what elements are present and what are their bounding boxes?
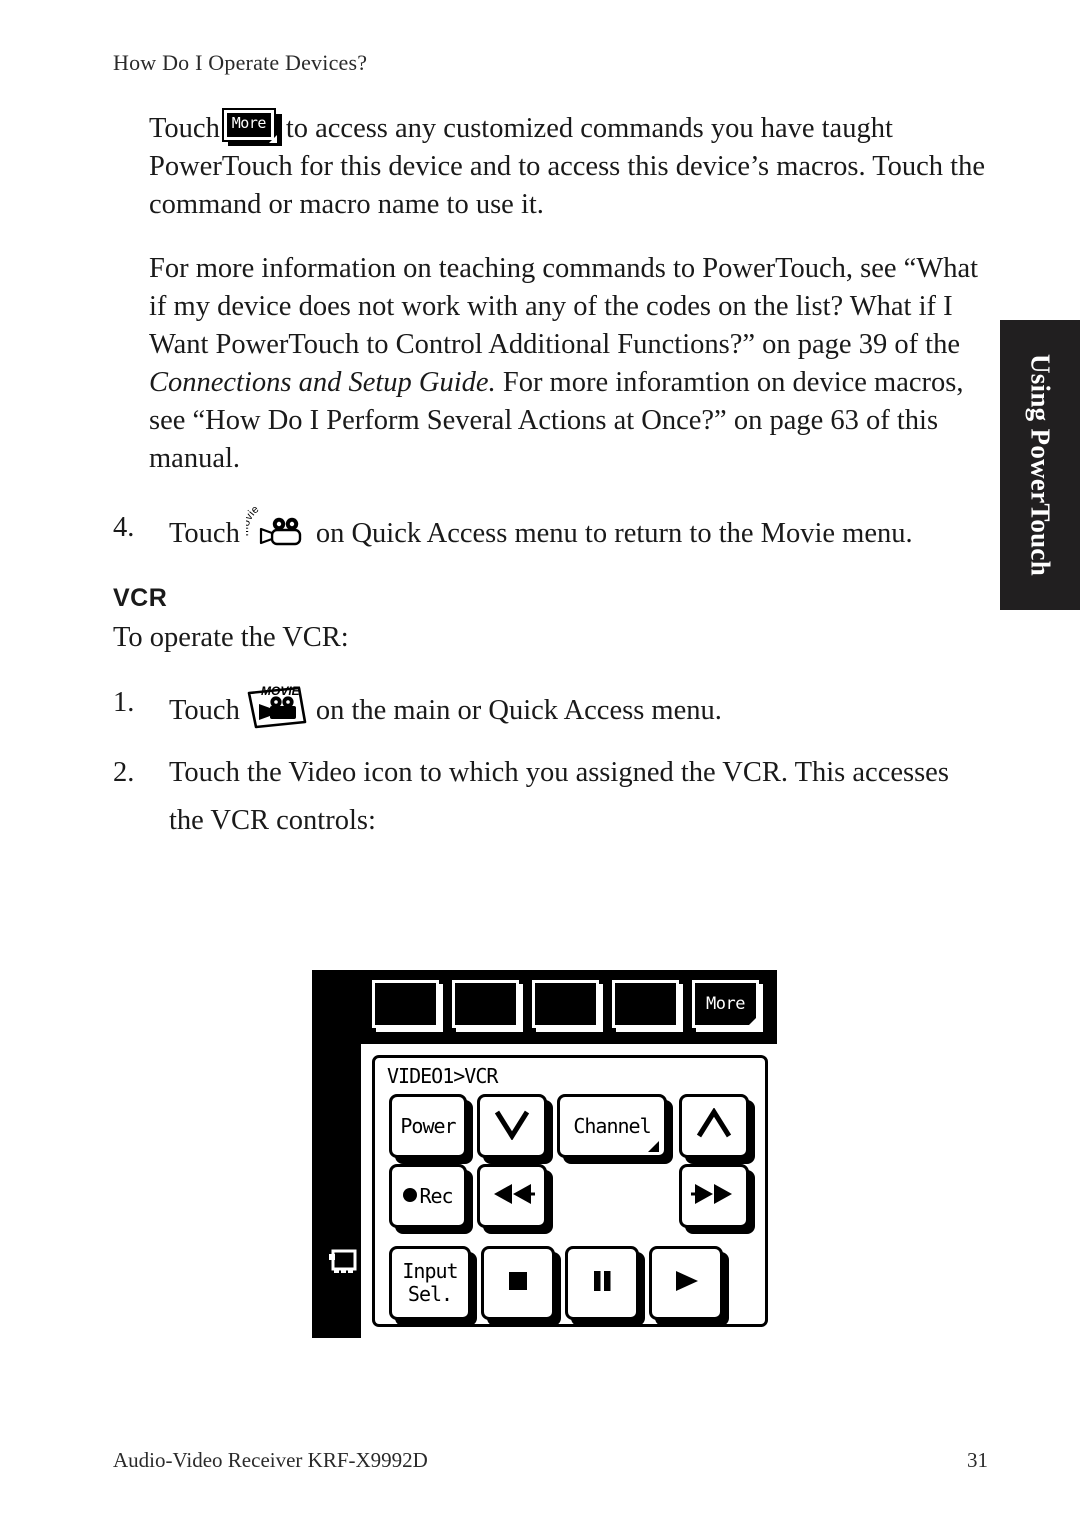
lcd-key-rewind[interactable] (477, 1164, 553, 1234)
lcd-key-channel-up[interactable] (679, 1094, 755, 1164)
tv-icon[interactable] (328, 1247, 358, 1275)
remote-lcd-figure: More VIDEO1>VCR Power Channel Rec Input … (312, 970, 777, 1338)
lcd-key-channel-corner-triangle (648, 1141, 659, 1152)
lcd-key-play-face (649, 1246, 723, 1320)
softkey-2[interactable] (452, 980, 523, 1032)
softkey-more-corner-triangle (747, 1018, 756, 1027)
lcd-key-pause-face (565, 1246, 639, 1320)
chapter-side-tab-label: Using PowerTouch (1025, 353, 1056, 577)
remote-softkey-row: More (372, 980, 770, 1036)
page-footer: Audio-Video Receiver KRF-X9992D 31 (113, 1448, 988, 1473)
softkey-4[interactable] (612, 980, 683, 1032)
lcd-key-channel[interactable]: Channel (557, 1094, 673, 1164)
rewind-icon (489, 1181, 535, 1212)
softkey-1[interactable] (372, 980, 443, 1032)
softkey-3[interactable] (532, 980, 603, 1032)
lcd-key-stop-face (481, 1246, 555, 1320)
list-item-4-tail: on Quick Access menu to return to the Mo… (315, 518, 913, 549)
lcd-key-stop[interactable] (481, 1246, 561, 1326)
lcd-key-fast-forward-face (679, 1164, 749, 1228)
lcd-key-power[interactable]: Power (389, 1094, 473, 1164)
section-intro-text: To operate the VCR: (113, 622, 349, 653)
softkey-4-label (612, 980, 679, 1028)
more-icon-label: More (231, 114, 267, 132)
lcd-key-fast-forward[interactable] (679, 1164, 755, 1234)
lcd-key-record-text: Rec (419, 1183, 453, 1208)
paragraph-more-button: Touch More to access any customized comm… (113, 108, 988, 224)
lcd-key-input-select[interactable]: Input Sel. (389, 1246, 477, 1326)
stop-icon (505, 1268, 531, 1299)
list-item-4-number: 4. (113, 512, 135, 543)
softkey-3-label (532, 980, 599, 1028)
lcd-key-channel-down[interactable] (477, 1094, 553, 1164)
paragraph-more-information: For more information on teaching command… (113, 250, 988, 478)
list-item-4-content: Touch movie (169, 503, 988, 558)
section-heading-vcr: VCR (113, 584, 168, 612)
list-item-2: 2. Touch the Video icon to which you ass… (113, 749, 988, 845)
lcd-breadcrumb: VIDEO1>VCR (387, 1064, 498, 1088)
lcd-key-channel-label: Channel (573, 1113, 651, 1138)
chevron-down-icon (492, 1108, 532, 1145)
list-item-1-content: Touch MOVIE on the main or Quick Access … (169, 679, 988, 735)
movie-key-icon[interactable]: MOVIE (244, 679, 310, 731)
lcd-key-input-select-face: Input Sel. (389, 1246, 471, 1320)
list-item-1-lead: Touch (169, 695, 240, 726)
lcd-button-grid: Power Channel Rec Input Sel. (389, 1094, 757, 1326)
lcd-key-power-face: Power (389, 1094, 467, 1158)
lcd-key-pause[interactable] (565, 1246, 645, 1326)
svg-text:movie: movie (246, 504, 261, 536)
list-item-1-number: 1. (113, 687, 135, 718)
footer-product-name: Audio-Video Receiver KRF-X9992D (113, 1448, 428, 1472)
lcd-key-record-label: Rec (403, 1183, 454, 1208)
movie-outline-icon[interactable]: movie (239, 503, 308, 550)
play-icon (671, 1268, 701, 1299)
list-item-2-number: 2. (113, 757, 135, 788)
list-item-1: 1. Touch MOVIE on the main or Quick Acce… (113, 679, 988, 735)
lcd-panel: VIDEO1>VCR Power Channel Rec Input Sel. (372, 1055, 768, 1327)
more-button-icon[interactable]: More (221, 108, 282, 146)
document-page: How Do I Operate Devices? Touch More to … (0, 0, 1080, 1519)
list-item-2-content: Touch the Video icon to which you assign… (169, 757, 949, 836)
lcd-key-channel-up-face (679, 1094, 749, 1158)
record-dot-icon (403, 1187, 418, 1202)
more-icon-corner-triangle (268, 135, 277, 143)
lcd-key-record[interactable]: Rec (389, 1164, 473, 1234)
softkey-2-label (452, 980, 519, 1028)
list-item-4: 4. Touch movie (113, 503, 988, 558)
lcd-row-3: Input Sel. (389, 1246, 757, 1326)
running-head: How Do I Operate Devices? (113, 50, 368, 75)
pause-icon (589, 1268, 615, 1299)
list-item-4-lead: Touch (169, 518, 240, 549)
lcd-row-2: Rec (389, 1164, 757, 1234)
body-column: Touch More to access any customized comm… (113, 108, 988, 853)
para2-italic-guide-title: Connections and Setup Guide. (149, 367, 496, 398)
chapter-side-tab: Using PowerTouch (1000, 320, 1080, 610)
lcd-key-play[interactable] (649, 1246, 729, 1326)
fast-forward-icon (691, 1181, 737, 1212)
list-item-1-tail: on the main or Quick Access menu. (315, 695, 722, 726)
para2-segment-1: For more information on teaching command… (149, 253, 979, 360)
lcd-key-power-label: Power (400, 1113, 456, 1138)
chevron-up-icon (694, 1106, 734, 1145)
svg-text:MOVIE: MOVIE (261, 684, 301, 698)
lcd-key-channel-down-face (477, 1094, 547, 1158)
lcd-key-input-select-label: Input Sel. (402, 1259, 458, 1306)
paragraph-more-lead: Touch (149, 113, 220, 144)
lcd-key-record-face: Rec (389, 1164, 467, 1228)
softkey-more[interactable]: More (692, 980, 763, 1032)
lcd-row-1: Power Channel (389, 1094, 757, 1164)
lcd-key-rewind-face (477, 1164, 547, 1228)
footer-page-number: 31 (967, 1448, 988, 1472)
softkey-1-label (372, 980, 439, 1028)
